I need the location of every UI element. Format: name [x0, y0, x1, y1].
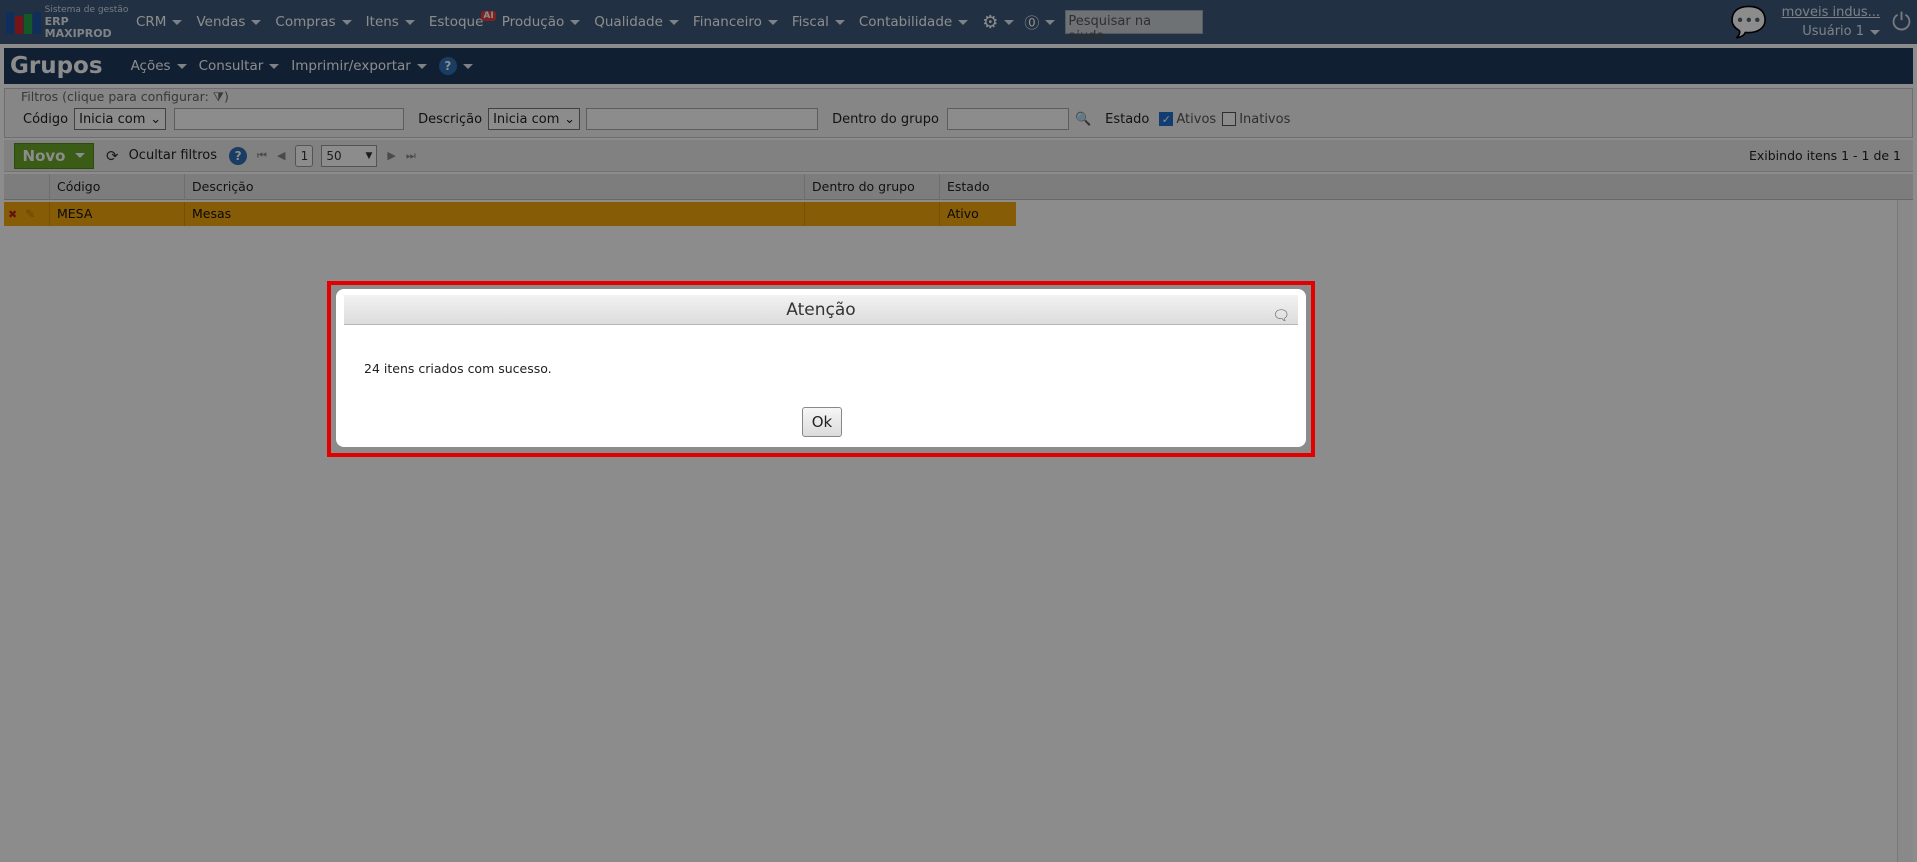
- dialog-highlight-frame: [327, 281, 1315, 457]
